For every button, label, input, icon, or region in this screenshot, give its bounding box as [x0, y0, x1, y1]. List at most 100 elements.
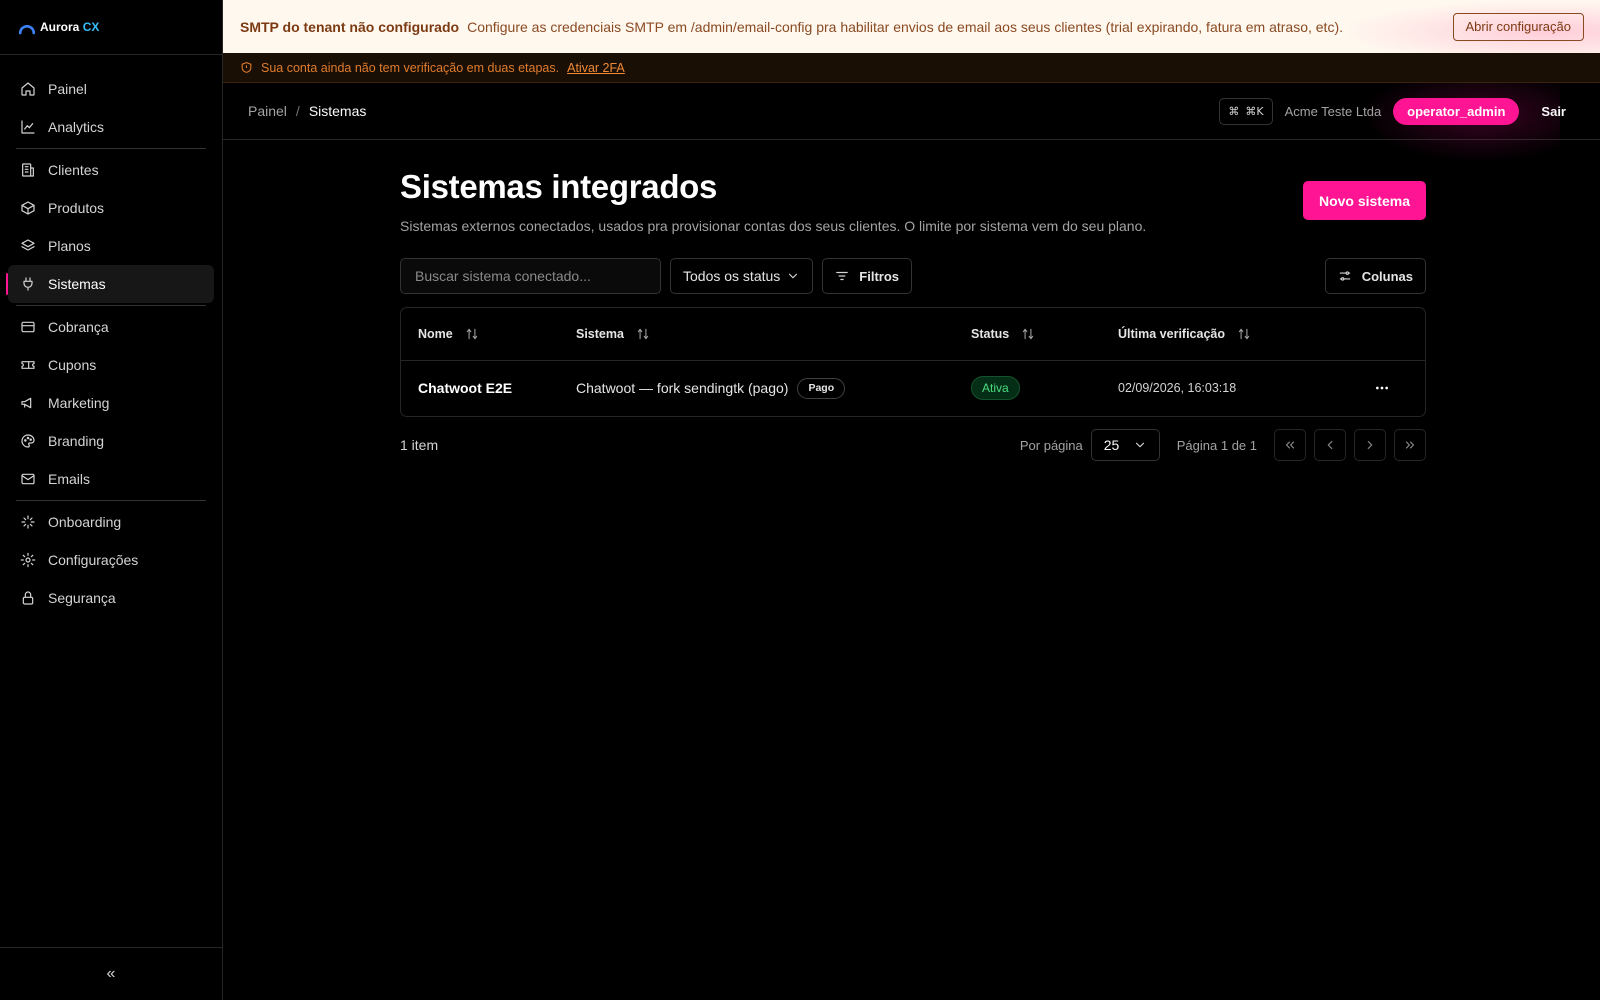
role-badge[interactable]: operator_admin — [1393, 97, 1520, 125]
plug-icon — [23, 277, 33, 291]
open-config-button[interactable]: Abrir configuração — [1452, 12, 1584, 41]
line-chart-icon — [21, 120, 35, 134]
item-count: 1 item — [400, 437, 439, 453]
per-page-select[interactable]: 25 — [1090, 429, 1160, 461]
logout-button[interactable]: Sair — [1531, 104, 1576, 119]
first-page-button[interactable] — [1274, 429, 1306, 461]
command-palette-button[interactable]: ⌘ ⌘K — [1219, 97, 1273, 125]
sidebar-item-clientes[interactable]: Clientes — [8, 151, 214, 189]
cell-ultima-verificacao: 02/09/2026, 16:03:18 — [1118, 381, 1237, 396]
brand[interactable]: Aurora CX — [0, 0, 222, 55]
sidebar-item-branding[interactable]: Branding — [8, 422, 214, 460]
shield-alert-icon — [241, 62, 252, 73]
sidebar-item-produtos[interactable]: Produtos — [8, 189, 214, 227]
sidebar: Aurora CX Painel Analytics Clientes Prod… — [0, 0, 223, 1000]
sidebar-collapse-button[interactable]: « — [0, 947, 222, 1000]
sidebar-item-cobranca[interactable]: Cobrança — [8, 308, 214, 346]
chevrons-left-icon — [1285, 441, 1295, 449]
chevron-down-icon — [789, 273, 798, 279]
sidebar-item-label: Painel — [48, 81, 87, 97]
paid-badge: Pago — [797, 377, 846, 399]
sidebar-item-label: Onboarding — [48, 514, 122, 530]
next-page-button[interactable] — [1354, 429, 1386, 461]
megaphone-icon — [21, 397, 32, 409]
page-subtitle: Sistemas externos conectados, usados pra… — [400, 218, 1147, 234]
columns-label: Colunas — [1361, 268, 1413, 284]
command-icon: ⌘ — [1228, 104, 1240, 118]
sidebar-item-configuracoes[interactable]: Configurações — [8, 541, 214, 579]
breadcrumb: Painel / Sistemas — [248, 103, 366, 119]
chevrons-right-icon — [1405, 441, 1415, 449]
status-select[interactable]: Todos os status — [670, 258, 814, 294]
sidebar-item-planos[interactable]: Planos — [8, 227, 214, 265]
last-page-button[interactable] — [1394, 429, 1426, 461]
filter-lines-icon — [836, 271, 849, 281]
cell-status: Ativa — [954, 360, 1101, 416]
aurora-logo-icon — [18, 24, 36, 35]
brand-name: Aurora CX — [40, 20, 100, 34]
cell-nome[interactable]: Chatwoot E2E — [401, 360, 559, 416]
sidebar-divider — [16, 500, 206, 501]
sidebar-item-label: Cobrança — [48, 319, 109, 335]
sort-icon — [637, 328, 649, 339]
chevron-down-icon — [1135, 442, 1144, 448]
sidebar-item-cupons[interactable]: Cupons — [8, 346, 214, 384]
column-header-ultima-verificacao[interactable]: Última verificação — [1101, 308, 1331, 361]
collapse-icon: « — [106, 965, 116, 982]
sparkles-icon — [21, 515, 35, 529]
sidebar-item-seguranca[interactable]: Segurança — [8, 579, 214, 617]
sidebar-item-marketing[interactable]: Marketing — [8, 384, 214, 422]
filters-button[interactable]: Filtros — [822, 258, 913, 294]
sidebar-item-emails[interactable]: Emails — [8, 460, 214, 498]
breadcrumb-painel[interactable]: Painel — [248, 103, 287, 119]
sort-icon — [1023, 328, 1034, 339]
layers-icon — [21, 239, 35, 251]
smtp-banner-message: Configure as credenciais SMTP em /admin/… — [467, 18, 1344, 35]
column-header-nome[interactable]: Nome — [401, 308, 559, 361]
smtp-warning-banner: SMTP do tenant não configurado Configure… — [223, 0, 1600, 53]
status-badge: Ativa — [971, 376, 1020, 401]
per-page-value: 25 — [1103, 437, 1120, 453]
sidebar-divider — [16, 305, 206, 306]
columns-button[interactable]: Colunas — [1324, 258, 1426, 294]
twofa-warning-banner: Sua conta ainda não tem verificação em d… — [223, 53, 1600, 83]
page-content: Sistemas integrados Sistemas externos co… — [400, 168, 1426, 461]
cell-actions — [1331, 360, 1425, 416]
smtp-banner-title: SMTP do tenant não configurado — [240, 18, 460, 35]
cell-sistema: Chatwoot — fork sendingtk (pago) Pago — [559, 360, 954, 416]
per-page-label: Por página — [1019, 437, 1083, 453]
search-input[interactable] — [400, 258, 661, 294]
sort-icon — [1238, 328, 1250, 339]
sidebar-item-label: Sistemas — [48, 276, 106, 292]
table-header-row: Nome Sistema Status Última verificação — [401, 308, 1425, 361]
sidebar-item-label: Emails — [48, 471, 91, 487]
credit-card-icon — [21, 321, 35, 333]
chevron-right-icon — [1367, 440, 1373, 450]
sidebar-item-sistemas[interactable]: Sistemas — [6, 265, 214, 303]
enable-2fa-link[interactable]: Ativar 2FA — [567, 61, 625, 75]
new-system-button[interactable]: Novo sistema — [1302, 181, 1426, 220]
prev-page-button[interactable] — [1314, 429, 1346, 461]
sidebar-item-onboarding[interactable]: Onboarding — [8, 503, 214, 541]
sidebar-item-analytics[interactable]: Analytics — [8, 108, 214, 146]
sidebar-nav: Painel Analytics Clientes Produtos Plano… — [0, 55, 222, 617]
table-row[interactable]: Chatwoot E2E Chatwoot — fork sendingtk (… — [401, 360, 1425, 416]
column-header-status[interactable]: Status — [954, 308, 1101, 361]
palette-icon — [21, 434, 35, 448]
sidebar-item-painel[interactable]: Painel — [8, 70, 214, 108]
column-header-actions — [1331, 308, 1425, 361]
tenant-name: Acme Teste Ltda — [1284, 103, 1382, 119]
sliders-icon — [1339, 271, 1350, 281]
row-actions-button[interactable] — [1367, 373, 1397, 403]
status-select-value: Todos os status — [683, 268, 781, 284]
package-icon — [21, 201, 35, 215]
building-icon — [22, 163, 34, 177]
sort-icon — [466, 328, 477, 339]
column-header-sistema[interactable]: Sistema — [559, 308, 954, 361]
sidebar-item-label: Branding — [48, 433, 105, 449]
page-indicator: Página 1 de 1 — [1176, 437, 1257, 453]
sidebar-item-label: Analytics — [48, 119, 105, 135]
ticket-icon — [21, 361, 35, 369]
table-toolbar: Todos os status Filtros Colunas — [400, 258, 1426, 294]
sidebar-item-label: Cupons — [48, 357, 97, 373]
